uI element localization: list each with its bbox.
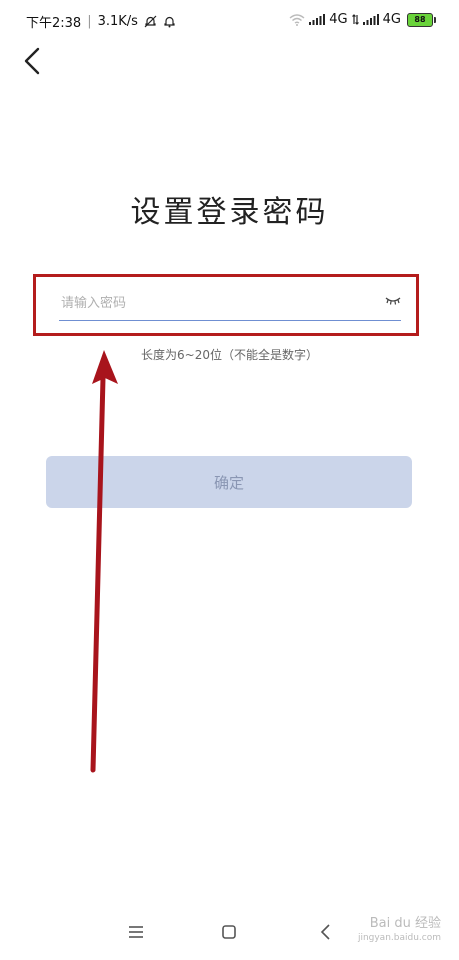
network-label-2: 4G: [382, 12, 401, 27]
battery-icon: 88: [407, 12, 436, 27]
wifi-icon: [289, 13, 305, 26]
confirm-button[interactable]: 确定: [46, 456, 412, 508]
menu-icon[interactable]: [124, 920, 148, 944]
status-time: 下午2:38: [26, 16, 82, 31]
status-separator: |: [87, 14, 92, 29]
password-field-highlight: [33, 274, 419, 336]
status-bar: 下午2:38 | 3.1K/s 4G 4G 88: [0, 0, 459, 40]
signal-icon-2: [362, 14, 379, 25]
watermark-url: jingyan.baidu.com: [357, 933, 441, 943]
data-transfer-icon: [351, 14, 359, 25]
eye-closed-icon[interactable]: [385, 294, 401, 306]
chevron-left-icon: [24, 47, 40, 75]
status-speed: 3.1K/s: [97, 14, 138, 29]
watermark-text: Bai du 经验: [369, 916, 441, 931]
status-right: 4G 4G 88: [289, 12, 436, 27]
nav-back-icon[interactable]: [314, 920, 338, 944]
network-label-1: 4G: [329, 12, 348, 27]
password-underline: [59, 320, 401, 321]
mute-bell-icon: [144, 15, 157, 28]
alarm-icon: [164, 16, 175, 28]
watermark: Bai du 经验 jingyan.baidu.com: [358, 916, 441, 946]
password-input[interactable]: [59, 291, 343, 315]
signal-icon: [309, 14, 326, 25]
back-button[interactable]: [16, 44, 48, 78]
home-icon[interactable]: [217, 920, 241, 944]
page-title: 设置登录密码: [130, 195, 329, 230]
status-left: 下午2:38 | 3.1K/s: [26, 12, 176, 31]
password-hint: 长度为6~20位（不能全是数字）: [141, 348, 318, 362]
